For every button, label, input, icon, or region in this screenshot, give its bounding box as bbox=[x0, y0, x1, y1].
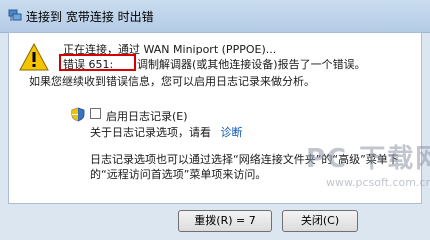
diagnose-link[interactable]: 诊断 bbox=[221, 126, 243, 139]
dialog-content: 正在连接，通过 WAN Miniport (PPPOE)... 错误 651: … bbox=[8, 32, 422, 204]
enable-logging-label[interactable]: 启用日志记录(E) bbox=[106, 108, 188, 124]
hint-text: 如果您继续收到错误信息，您可以启用日志记录来做分析。 bbox=[29, 75, 315, 88]
logging-note-line2: 的“远程访问首选项”菜单项来访问。 bbox=[90, 168, 267, 181]
title-bar: 连接到 宽带连接 时出错 bbox=[0, 0, 430, 33]
close-button[interactable]: 关闭(C) bbox=[282, 210, 358, 232]
about-logging-label: 关于日志记录选项，请看 bbox=[90, 126, 211, 139]
error-description: 调制解调器(或其他连接设备)报告了一个错误。 bbox=[137, 58, 366, 71]
network-connection-icon bbox=[8, 9, 22, 21]
about-logging-text: 关于日志记录选项，请看 诊断 bbox=[90, 124, 243, 140]
enable-logging-checkbox[interactable] bbox=[90, 108, 101, 119]
redial-button[interactable]: 重拨(R) = 7 bbox=[178, 210, 272, 232]
window-title: 连接到 宽带连接 时出错 bbox=[26, 10, 154, 24]
logging-note-line1: 日志记录选项也可以通过选择“网络连接文件夹”的“高级”菜单下 bbox=[90, 153, 399, 166]
warning-icon bbox=[19, 43, 49, 71]
error-code: 错误 651: bbox=[63, 58, 114, 71]
uac-shield-icon bbox=[71, 107, 85, 122]
